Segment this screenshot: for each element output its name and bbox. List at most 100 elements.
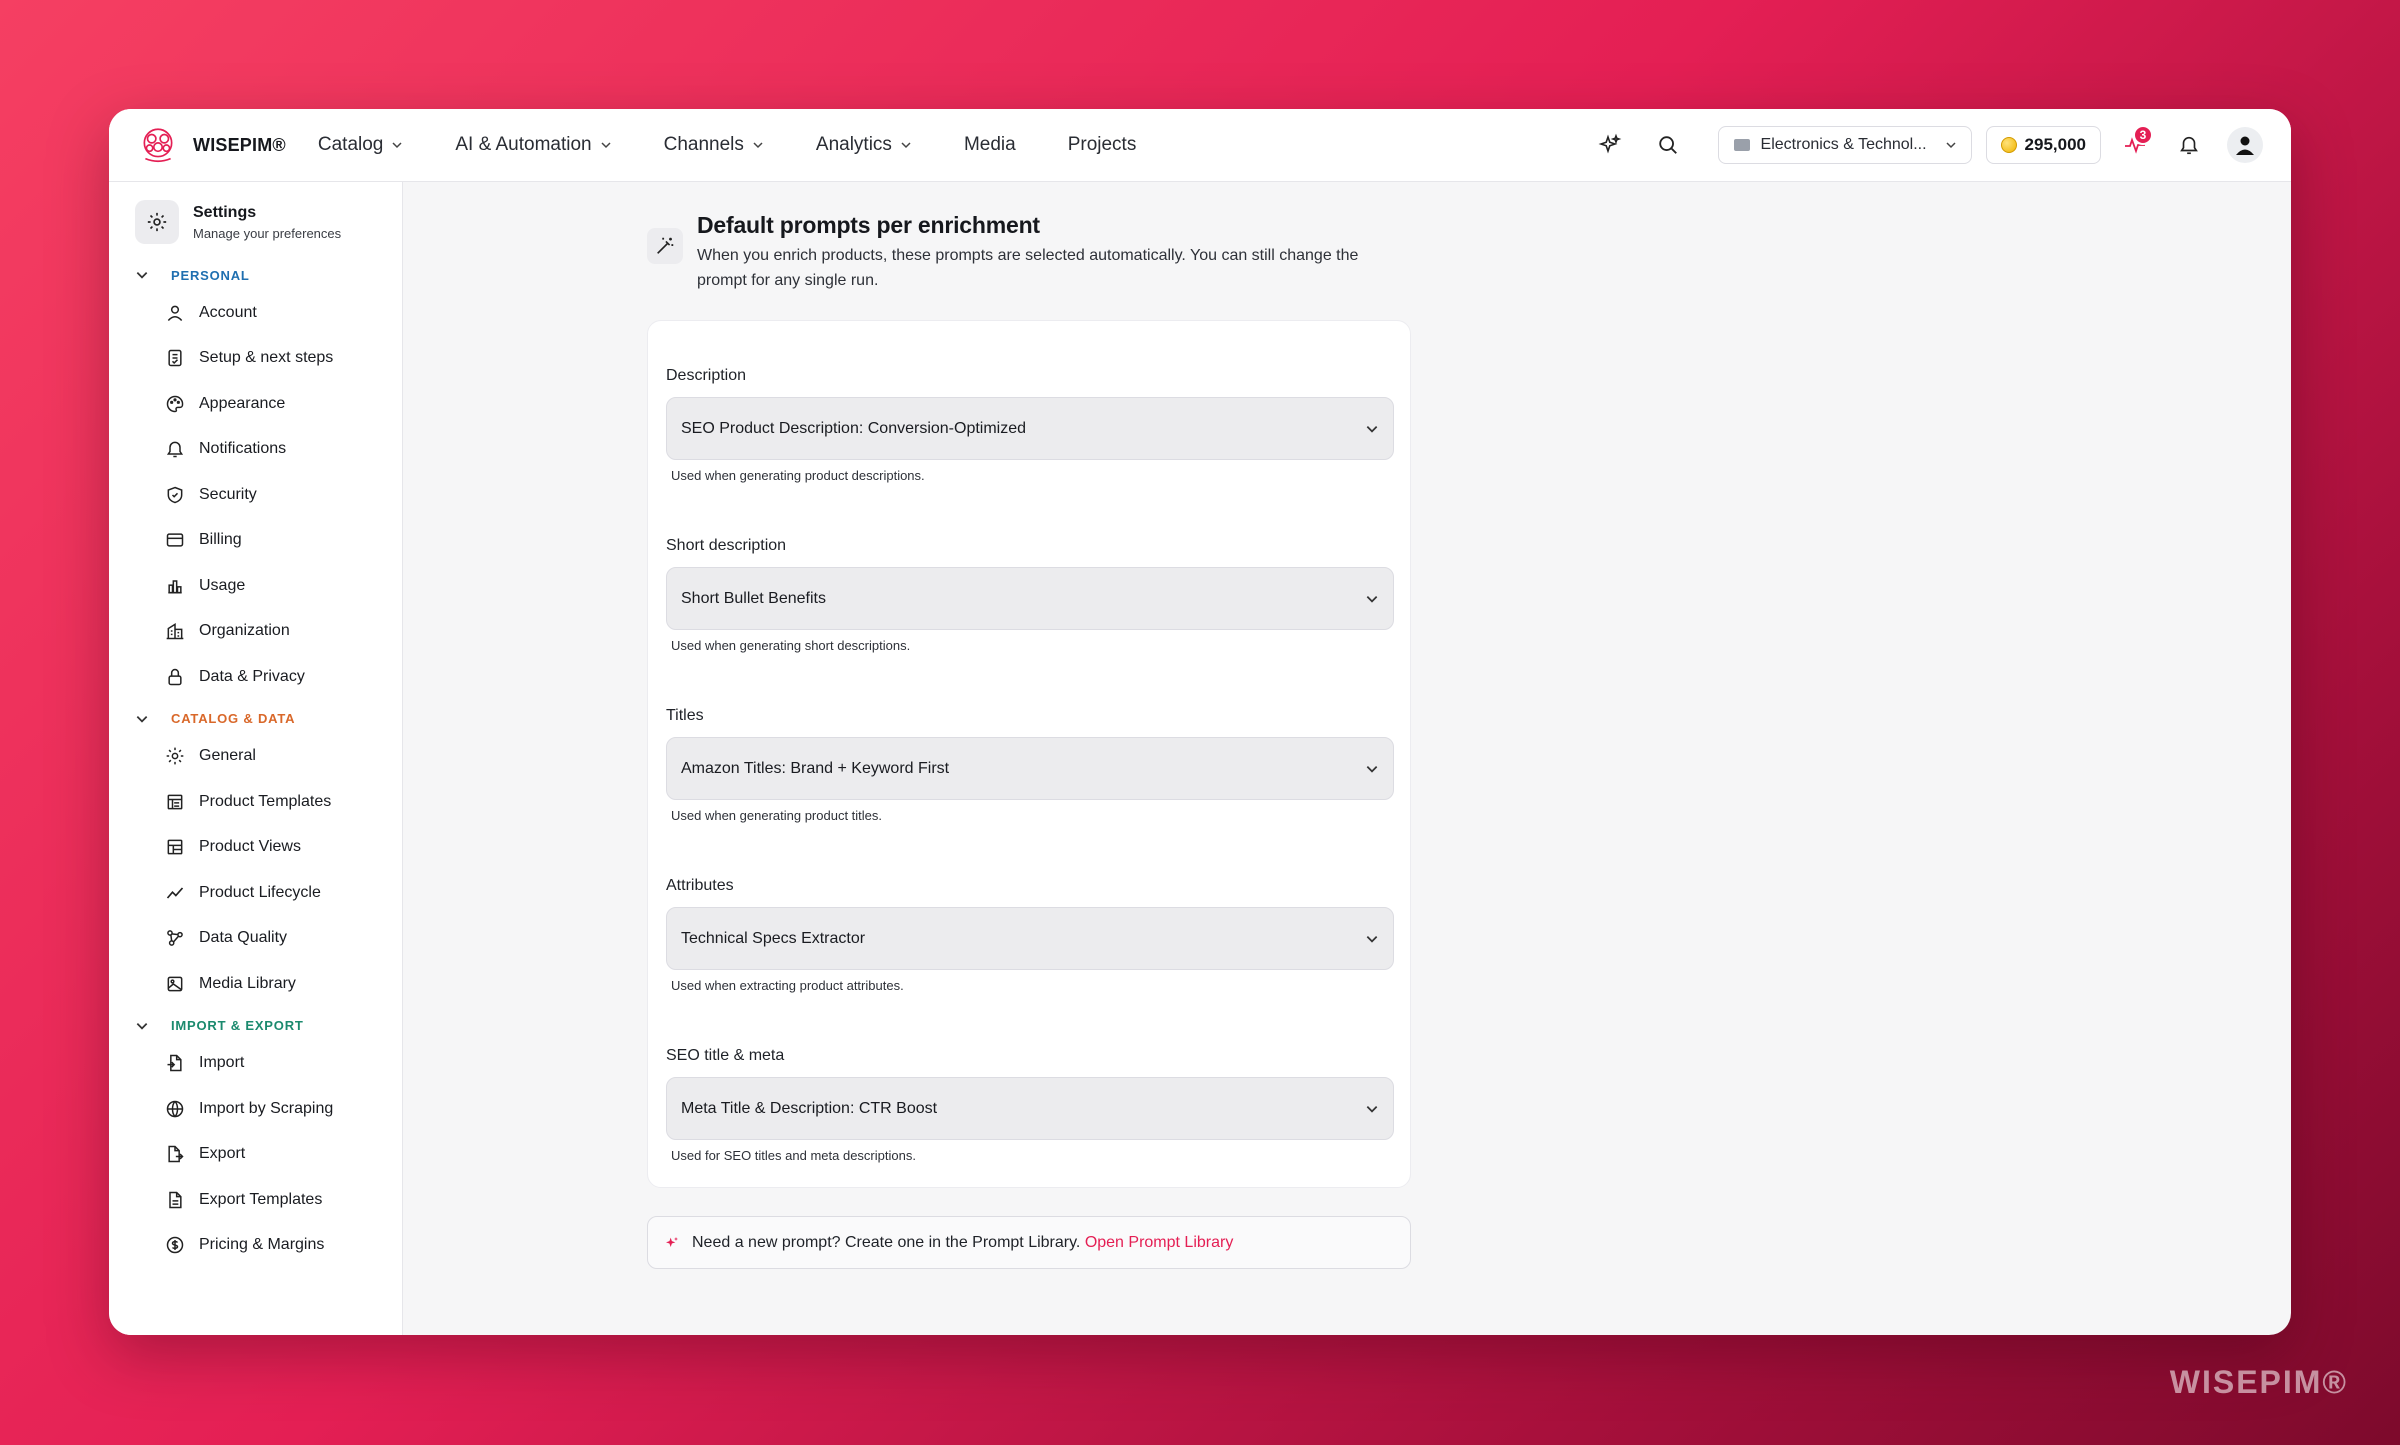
lock-icon [168, 668, 182, 685]
sidebar-item-appearance[interactable]: Appearance [135, 381, 402, 427]
activity-badge: 3 [2133, 125, 2153, 145]
field-help: Used when generating short descriptions. [671, 638, 911, 653]
sidebar-item-label: Billing [199, 531, 242, 549]
short-description-prompt-select[interactable]: Short Bullet Benefits [666, 567, 1394, 630]
chevron-down-icon [136, 715, 148, 723]
sidebar-item-label: Product Templates [199, 792, 332, 810]
shield-icon [167, 486, 183, 504]
search-icon [1658, 136, 1677, 154]
sidebar-item-security[interactable]: Security [135, 472, 402, 518]
field-help: Used for SEO titles and meta description… [671, 1148, 916, 1163]
sidebar-item-import-scraping[interactable]: Import by Scraping [135, 1086, 402, 1132]
nav-media[interactable]: Media [964, 134, 1016, 156]
open-prompt-library-link[interactable]: Open Prompt Library [1085, 1234, 1234, 1251]
table-view-icon [167, 839, 183, 855]
sidebar-item-import[interactable]: Import [135, 1041, 402, 1087]
field-titles: Titles Amazon Titles: Brand + Keyword Fi… [666, 707, 1394, 823]
credits-balance[interactable]: 295,000 [1985, 126, 2101, 164]
nav-channels-label: Channels [663, 134, 744, 155]
sidebar-item-label: Import by Scraping [199, 1099, 334, 1117]
field-label: Short description [666, 537, 787, 554]
sidebar-item-label: Data & Privacy [199, 667, 305, 685]
nav-catalog[interactable]: Catalog [318, 134, 404, 156]
notifications-button[interactable] [2169, 125, 2209, 165]
sidebar-item-label: Usage [199, 576, 246, 594]
select-value: SEO Product Description: Conversion-Opti… [681, 419, 1027, 437]
field-label: Description [666, 367, 747, 384]
chevron-down-icon [1366, 1105, 1378, 1113]
gear-icon [147, 212, 167, 232]
sidebar-item-export[interactable]: Export [135, 1132, 402, 1178]
checklist-icon [168, 350, 182, 367]
section-personal[interactable]: PERSONAL [135, 260, 402, 290]
sidebar-item-label: Product Lifecycle [199, 883, 321, 901]
sidebar-item-product-templates[interactable]: Product Templates [135, 779, 402, 825]
chevron-down-icon [1366, 765, 1378, 773]
chevron-down-icon [1366, 935, 1378, 943]
chevron-down-icon [753, 142, 763, 149]
titles-prompt-select[interactable]: Amazon Titles: Brand + Keyword First [666, 737, 1394, 800]
search-button[interactable] [1648, 125, 1688, 165]
sparkles-icon [666, 1236, 678, 1247]
section-import-export[interactable]: IMPORT & EXPORT [135, 1011, 402, 1041]
sidebar-item-account[interactable]: Account [135, 290, 402, 336]
sidebar-item-data-quality[interactable]: Data Quality [135, 916, 402, 962]
section-import-label: IMPORT & EXPORT [171, 1018, 304, 1033]
sidebar-item-export-templates[interactable]: Export Templates [135, 1177, 402, 1223]
sidebar-item-notifications[interactable]: Notifications [135, 427, 402, 473]
nav-channels[interactable]: Channels [664, 134, 764, 156]
nav-catalog-label: Catalog [317, 134, 384, 155]
chevron-down-icon [136, 272, 148, 279]
building-icon [166, 623, 184, 640]
select-value: Technical Specs Extractor [681, 929, 866, 947]
select-value: Short Bullet Benefits [681, 589, 826, 607]
sidebar-item-usage[interactable]: Usage [135, 563, 402, 609]
field-seo-title-meta: SEO title & meta Meta Title & Descriptio… [666, 1047, 1394, 1163]
page-header: Default prompts per enrichment When you … [647, 212, 1407, 293]
sidebar-item-organization[interactable]: Organization [135, 609, 402, 655]
nav-projects-label: Projects [1067, 134, 1137, 155]
user-avatar[interactable] [2227, 127, 2263, 163]
workspace-selector[interactable]: Electronics & Technol... [1717, 126, 1972, 164]
nav-ai-automation[interactable]: AI & Automation [455, 134, 611, 156]
sidebar-item-product-views[interactable]: Product Views [135, 825, 402, 871]
field-help: Used when extracting product attributes. [671, 978, 904, 993]
sidebar-item-data-privacy[interactable]: Data & Privacy [135, 654, 402, 700]
chevron-down-icon [601, 142, 611, 149]
section-catalog-data[interactable]: CATALOG & DATA [135, 704, 402, 734]
chevron-down-icon [1366, 595, 1378, 603]
dollar-circle-icon [166, 1237, 184, 1254]
brand[interactable]: WISEPIM® [137, 124, 286, 166]
field-label: SEO title & meta [666, 1047, 785, 1064]
description-prompt-select[interactable]: SEO Product Description: Conversion-Opti… [666, 397, 1394, 460]
file-export-icon [168, 1146, 184, 1163]
sidebar-item-media-library[interactable]: Media Library [135, 961, 402, 1007]
settings-subtitle: Manage your preferences [193, 225, 342, 241]
sidebar-item-billing[interactable]: Billing [135, 518, 402, 564]
sidebar-item-general[interactable]: General [135, 734, 402, 780]
field-description: Description SEO Product Description: Con… [666, 367, 1394, 483]
sidebar-item-pricing-margins[interactable]: Pricing & Margins [135, 1223, 402, 1269]
magic-wand-box [647, 228, 683, 264]
sidebar-item-label: Export [199, 1145, 246, 1163]
trend-line-icon [166, 887, 184, 899]
seo-prompt-select[interactable]: Meta Title & Description: CTR Boost [666, 1077, 1394, 1140]
attributes-prompt-select[interactable]: Technical Specs Extractor [666, 907, 1394, 970]
brand-logo-icon [143, 128, 173, 163]
ai-sparkle-button[interactable] [1590, 125, 1630, 165]
sidebar-item-label: Export Templates [199, 1190, 323, 1208]
magic-wand-icon [657, 237, 674, 254]
prompt-defaults-card: Description SEO Product Description: Con… [647, 320, 1411, 1188]
main-content: Default prompts per enrichment When you … [403, 182, 2291, 1335]
sidebar-item-product-lifecycle[interactable]: Product Lifecycle [135, 870, 402, 916]
gear-icon [166, 747, 184, 765]
nav-projects[interactable]: Projects [1068, 134, 1137, 156]
bell-icon [166, 441, 184, 458]
sidebar-item-setup[interactable]: Setup & next steps [135, 336, 402, 382]
tip-text: Need a new prompt? Create one in the Pro… [692, 1233, 1081, 1251]
section-personal-label: PERSONAL [171, 267, 250, 283]
activity-button[interactable]: 3 [2115, 125, 2155, 165]
settings-sidebar: Settings Manage your preferences PERSONA… [109, 182, 403, 1335]
nav-analytics[interactable]: Analytics [816, 134, 912, 156]
user-icon [2236, 136, 2254, 155]
